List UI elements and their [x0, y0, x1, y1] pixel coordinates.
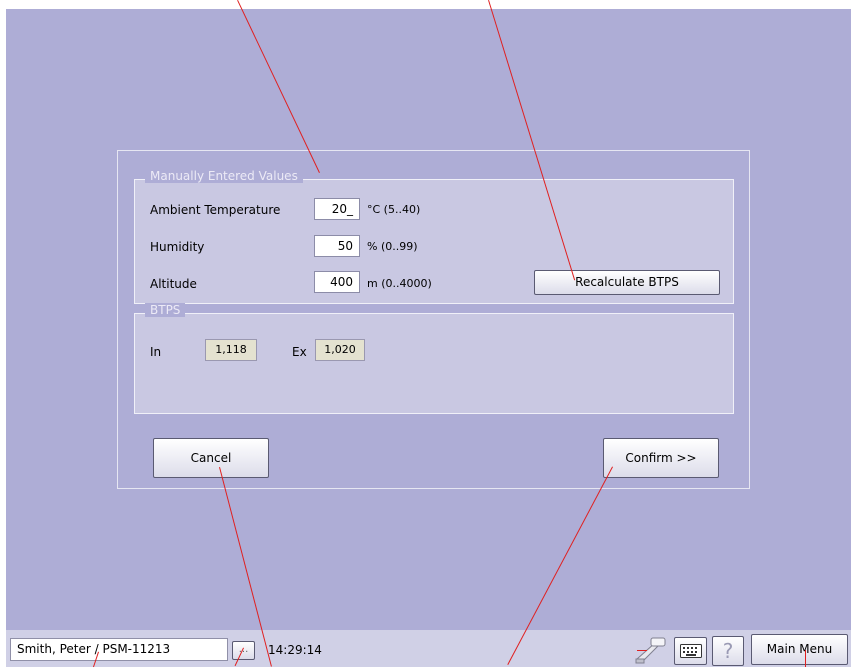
altitude-label: Altitude	[150, 277, 197, 291]
clock-time: 14:29:14	[268, 643, 322, 657]
keyboard-icon	[679, 644, 702, 661]
btps-in-label: In	[150, 345, 162, 359]
annotation-line	[805, 650, 806, 667]
help-icon: ?	[722, 639, 734, 663]
help-button[interactable]: ?	[712, 636, 744, 666]
btps-group: BTPS In 1,118 Ex 1,020	[134, 303, 734, 414]
app-window: Manually Entered Values Ambient Temperat…	[6, 9, 851, 667]
ambient-temperature-input[interactable]: 20_	[314, 198, 360, 220]
status-bar: Smith, Peter / PSM-11213 ... 14:29:14 ? …	[6, 630, 851, 667]
humidity-label: Humidity	[150, 240, 205, 254]
ambient-temperature-unit: °C (5..40)	[367, 203, 421, 216]
ambient-temperature-label: Ambient Temperature	[150, 203, 281, 217]
btps-ex-value: 1,020	[315, 339, 365, 361]
manual-values-group: Manually Entered Values Ambient Temperat…	[134, 169, 734, 304]
manual-values-title: Manually Entered Values	[145, 169, 303, 183]
sensor-device-icon	[633, 635, 669, 668]
btps-in-value: 1,118	[205, 339, 257, 361]
altitude-input[interactable]: 400	[314, 271, 360, 293]
patient-select-button[interactable]: ...	[232, 641, 255, 660]
btps-group-title: BTPS	[145, 303, 186, 317]
altitude-unit: m (0..4000)	[367, 277, 432, 290]
keyboard-button[interactable]	[674, 637, 707, 665]
btps-dialog: Manually Entered Values Ambient Temperat…	[117, 150, 750, 489]
btps-ex-label: Ex	[292, 345, 307, 359]
confirm-button[interactable]: Confirm >>	[603, 438, 719, 478]
humidity-unit: % (0..99)	[367, 240, 418, 253]
humidity-input[interactable]: 50	[314, 235, 360, 257]
patient-field[interactable]: Smith, Peter / PSM-11213	[10, 638, 228, 661]
main-menu-button[interactable]: Main Menu	[751, 634, 848, 665]
annotation-line	[637, 650, 647, 651]
cancel-button[interactable]: Cancel	[153, 438, 269, 478]
recalculate-btps-button[interactable]: Recalculate BTPS	[534, 270, 720, 295]
